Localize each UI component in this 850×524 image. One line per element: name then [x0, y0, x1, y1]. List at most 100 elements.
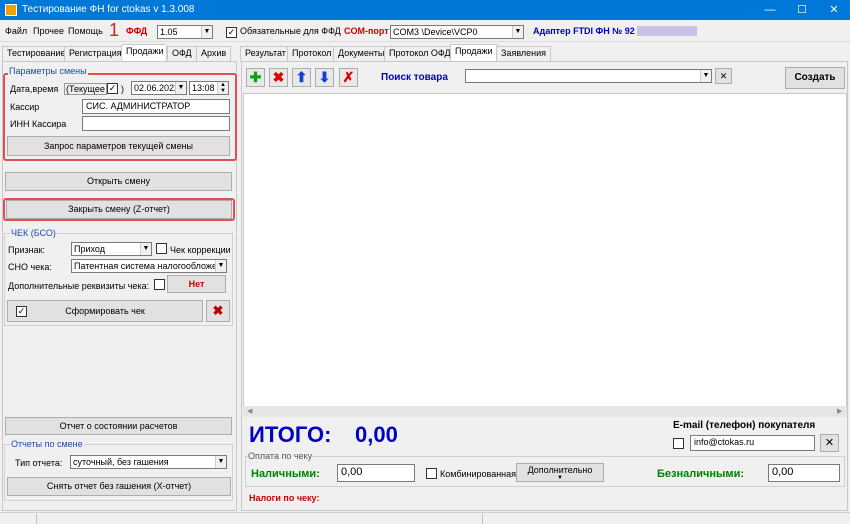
- cashier-input[interactable]: СИС. АДМИНИСТРАТОР: [82, 99, 230, 114]
- report-type-label: Тип отчета:: [15, 458, 63, 468]
- menu-other[interactable]: Прочее: [33, 26, 64, 36]
- delete-icon[interactable]: ✖: [269, 68, 288, 87]
- combined-checkbox[interactable]: [426, 468, 437, 479]
- more-payment-button[interactable]: Дополнительно ▼: [516, 463, 604, 482]
- cashier-label: Кассир: [10, 102, 40, 112]
- spinner-icon: ▲ ▼: [217, 82, 228, 94]
- chevron-down-icon: ▼: [700, 70, 711, 82]
- status-bar: [0, 512, 850, 524]
- arrow-up-icon[interactable]: ⬆: [292, 68, 311, 87]
- report-type-select[interactable]: суточный, без гашения ▼: [70, 455, 227, 469]
- tab-sales[interactable]: Продажи: [121, 44, 167, 61]
- add-icon[interactable]: ✚: [246, 68, 265, 87]
- chevron-down-icon: ▼: [215, 456, 226, 468]
- clear-email-button[interactable]: ✕: [820, 434, 839, 452]
- tab-result[interactable]: Результат: [240, 46, 291, 61]
- menu-help[interactable]: Помощь: [68, 26, 103, 36]
- current-checkbox[interactable]: ✓: [107, 83, 118, 94]
- tab-archive[interactable]: Архив: [196, 46, 232, 61]
- chevron-down-icon: ▼: [215, 260, 226, 272]
- current-toggle[interactable]: (Текущее: [64, 83, 107, 95]
- inn-label: ИНН Кассира: [10, 119, 67, 129]
- email-checkbox[interactable]: [673, 438, 684, 449]
- chevron-down-icon: ▼: [557, 475, 563, 481]
- cashless-input[interactable]: 0,00: [768, 464, 840, 482]
- adapter-serial-redacted: [637, 26, 697, 36]
- payment-group-label: Оплата по чеку: [248, 451, 313, 461]
- chevron-down-icon: ▼: [140, 243, 151, 255]
- current-paren: ): [121, 84, 124, 94]
- check-group-label: ЧЕК (БСО): [10, 228, 57, 238]
- status-report-button[interactable]: Отчет о состоянии расчетов: [5, 417, 232, 435]
- scroll-right-icon[interactable]: ▶: [837, 407, 842, 415]
- com-port-select[interactable]: COM3 \Device\VCP0 ▼: [390, 25, 524, 39]
- extra-requisites-button[interactable]: Нет: [167, 275, 226, 293]
- chevron-down-icon: ▼: [512, 26, 523, 38]
- form-check-checkbox[interactable]: ✓: [16, 306, 27, 317]
- shift-params-group-label: Параметры смены: [8, 66, 88, 76]
- tab-registration[interactable]: Регистрация: [64, 46, 127, 61]
- chevron-down-icon: ▼: [175, 82, 186, 94]
- mandatory-checkbox[interactable]: ✓: [226, 27, 237, 38]
- sign-label: Признак:: [8, 245, 46, 255]
- create-button[interactable]: Создать: [785, 67, 845, 89]
- extra-requisites-label: Дополнительные реквизиты чека:: [8, 281, 150, 291]
- taxes-label: Налоги по чеку:: [249, 493, 320, 503]
- tab-documents[interactable]: Документы: [333, 46, 390, 61]
- cancel-check-button[interactable]: ✖: [206, 300, 230, 322]
- scroll-left-icon[interactable]: ◀: [247, 407, 252, 415]
- time-spinner[interactable]: 13:08 ▲ ▼: [189, 81, 229, 95]
- window-title: Тестирование ФН for ctokas v 1.3.008: [22, 4, 195, 15]
- inn-input[interactable]: [82, 116, 230, 131]
- form-check-button[interactable]: ✓ Сформировать чек: [7, 300, 203, 322]
- sno-select[interactable]: Патентная система налогообложени ▼: [71, 259, 227, 273]
- left-tab-bar: Тестирование Регистрация Продажи ОФД Арх…: [2, 44, 236, 61]
- sno-label: СНО чека:: [8, 262, 52, 272]
- combined-label: Комбинированная: [440, 469, 517, 479]
- product-search-select[interactable]: ▼: [465, 69, 712, 83]
- reports-group-label: Отчеты по смене: [10, 439, 84, 449]
- email-input[interactable]: info@ctokas.ru: [690, 435, 815, 451]
- status-divider: [36, 514, 37, 524]
- tab-protocol[interactable]: Протокол: [287, 46, 337, 61]
- adapter-label: Адаптер FTDI ФН № 92: [533, 26, 635, 36]
- extra-requisites-checkbox[interactable]: [154, 279, 165, 290]
- tab-ofd-protocol[interactable]: Протокол ОФД: [384, 46, 456, 61]
- close-button[interactable]: ✕: [818, 0, 850, 20]
- cash-input[interactable]: 0,00: [337, 464, 415, 482]
- menu-file[interactable]: Файл: [5, 26, 27, 36]
- cashless-label: Безналичными:: [657, 468, 744, 480]
- ffd-select[interactable]: 1.05 ▼: [157, 25, 213, 39]
- horizontal-scrollbar[interactable]: ◀ ▶: [243, 406, 847, 417]
- email-label: E-mail (телефон) покупателя: [673, 420, 816, 431]
- clear-list-icon[interactable]: ✗: [339, 68, 358, 87]
- minimize-button[interactable]: —: [754, 0, 786, 20]
- tab-right-sales[interactable]: Продажи: [450, 44, 498, 61]
- total-label: ИТОГО:: [249, 422, 332, 447]
- tab-ofd[interactable]: ОФД: [167, 46, 197, 61]
- clear-search-button[interactable]: ✕: [715, 68, 732, 84]
- correction-label: Чек коррекции: [170, 245, 231, 255]
- total-value: 0,00: [355, 422, 398, 447]
- tab-testing[interactable]: Тестирование: [2, 46, 71, 61]
- right-tab-bar: Результат Протокол Документы Протокол ОФ…: [240, 44, 552, 61]
- maximize-button[interactable]: ☐: [786, 0, 818, 20]
- request-shift-params-button[interactable]: Запрос параметров текущей смены: [7, 136, 230, 156]
- product-list[interactable]: [243, 93, 847, 417]
- date-picker[interactable]: 02.06.2022 ▼: [131, 81, 187, 95]
- com-port-label: COM-порт: [344, 26, 389, 36]
- more-payment-label: Дополнительно: [527, 465, 593, 475]
- ffd-label: ФФД: [126, 26, 148, 36]
- open-shift-button[interactable]: Открыть смену: [5, 172, 232, 191]
- correction-checkbox[interactable]: [156, 243, 167, 254]
- tab-statements[interactable]: Заявления: [496, 46, 552, 61]
- arrow-down-icon[interactable]: ⬇: [315, 68, 334, 87]
- status-divider: [482, 514, 483, 524]
- cash-label: Наличными:: [251, 468, 320, 480]
- sign-select[interactable]: Приход ▼: [71, 242, 152, 256]
- close-shift-button[interactable]: Закрыть смену (Z-отчет): [6, 200, 232, 219]
- app-icon: [5, 4, 17, 16]
- title-bar: Тестирование ФН for ctokas v 1.3.008 — ☐…: [0, 0, 850, 20]
- product-search-label: Поиск товара: [381, 72, 448, 83]
- x-report-button[interactable]: Снять отчет без гашения (X-отчет): [7, 477, 231, 496]
